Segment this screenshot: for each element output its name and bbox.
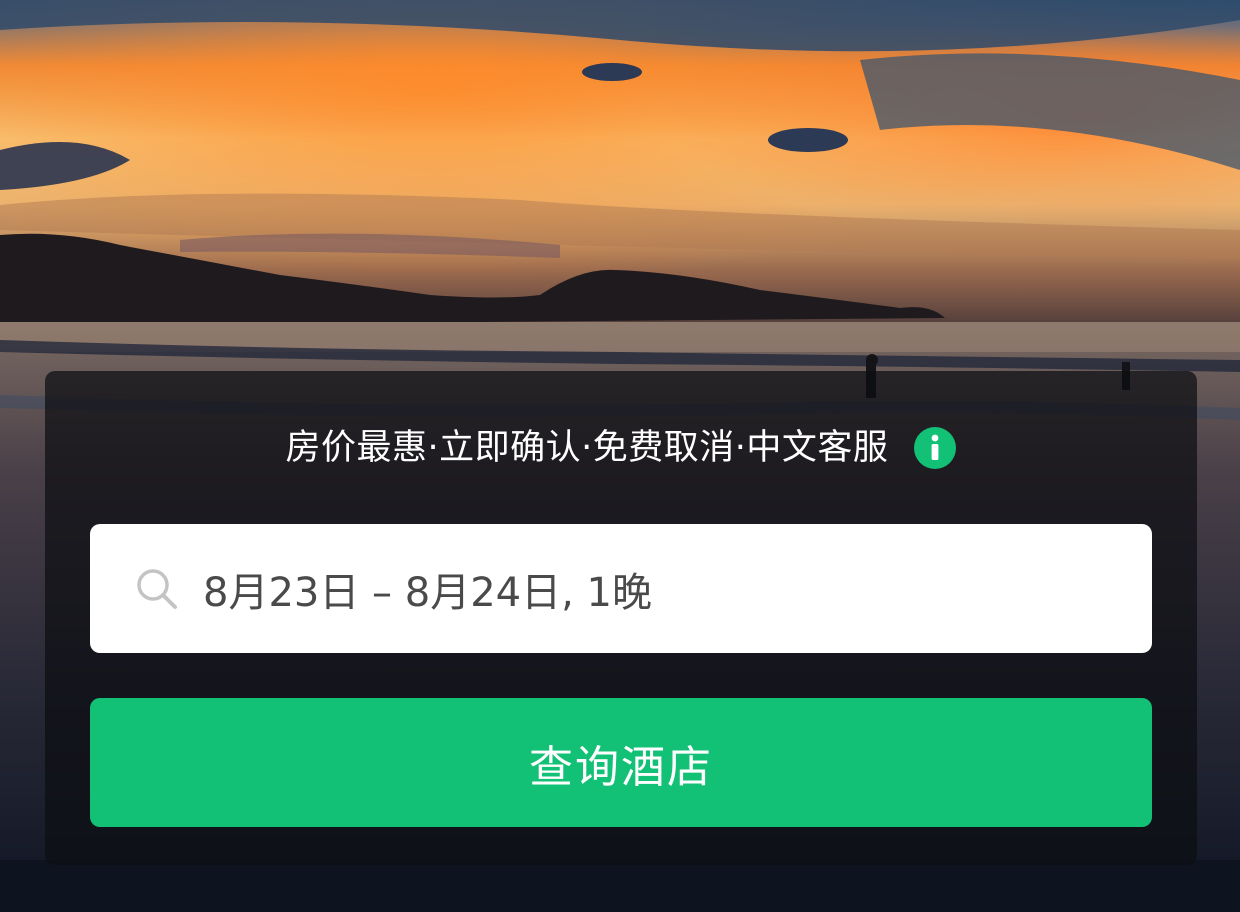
info-icon[interactable]	[914, 427, 957, 469]
date-range-field[interactable]: 8月23日 – 8月24日, 1晚	[90, 524, 1152, 653]
search-hotels-button[interactable]: 查询酒店	[90, 698, 1152, 827]
search-icon	[133, 565, 181, 613]
promo-text: 房价最惠·立即确认·免费取消·中文客服	[285, 428, 889, 468]
search-panel: 房价最惠·立即确认·免费取消·中文客服 8月23日 – 8月24日, 1晚 查询…	[45, 371, 1197, 865]
date-range-value: 8月23日 – 8月24日, 1晚	[203, 569, 653, 616]
promo-bar: 房价最惠·立即确认·免费取消·中文客服	[45, 421, 1197, 475]
